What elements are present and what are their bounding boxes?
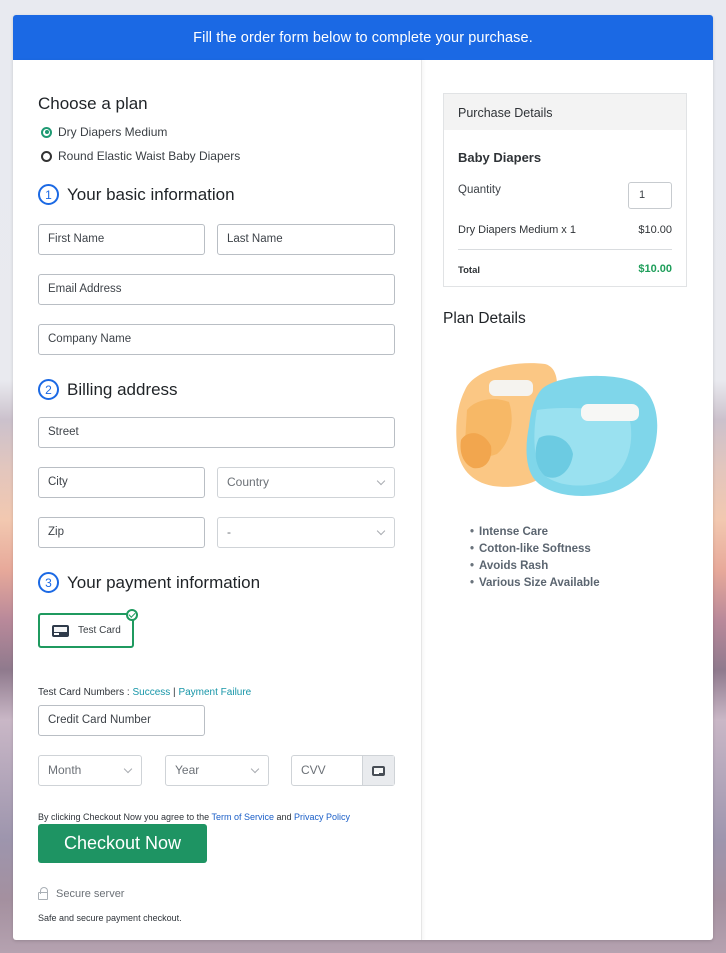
agreement-prefix: By clicking Checkout Now you agree to th… (38, 812, 212, 822)
baby-diapers-image (456, 363, 658, 496)
chevron-down-icon (123, 764, 133, 774)
blue-diaper (526, 375, 658, 496)
summary-divider (458, 249, 672, 250)
test-card-numbers-label: Test Card Numbers : (38, 687, 133, 698)
plan-option-label: Dry Diapers Medium (58, 125, 168, 139)
state-select-value: - (227, 525, 231, 539)
agreement-text: By clicking Checkout Now you agree to th… (38, 812, 350, 822)
billing-address-heading: 2 Billing address (38, 379, 178, 400)
line-item-label: Dry Diapers Medium x 1 (458, 224, 576, 236)
test-card-label: Test Card (78, 625, 121, 636)
step-2-icon: 2 (38, 379, 59, 400)
banner: Fill the order form below to complete yo… (13, 15, 713, 60)
credit-card-number-input[interactable]: Credit Card Number (38, 705, 205, 736)
order-form-column: Choose a plan Dry Diapers Medium Round E… (13, 60, 422, 940)
plan-features-list: Intense Care Cotton-like Softness Avoids… (470, 524, 600, 592)
payment-failure-link[interactable]: Payment Failure (178, 687, 251, 698)
street-input[interactable]: Street (38, 417, 395, 448)
safe-checkout-note: Safe and secure payment checkout. (38, 913, 182, 923)
last-name-input[interactable]: Last Name (217, 224, 395, 255)
summary-column: Purchase Details Baby Diapers Quantity 1… (423, 60, 713, 940)
radio-unselected-icon[interactable] (41, 150, 52, 162)
order-form-card: Fill the order form below to complete yo… (13, 15, 713, 940)
expiry-month-select[interactable]: Month (38, 755, 142, 786)
success-link[interactable]: Success (132, 687, 170, 698)
cvv-placeholder: CVV (301, 763, 326, 777)
billing-address-title: Billing address (67, 379, 178, 399)
email-input[interactable]: Email Address (38, 274, 395, 305)
choose-plan-heading: Choose a plan (38, 94, 148, 113)
plan-option-round-elastic[interactable]: Round Elastic Waist Baby Diapers (41, 149, 240, 163)
step-1-icon: 1 (38, 184, 59, 205)
cvv-input[interactable]: CVV (291, 755, 395, 786)
first-name-input[interactable]: First Name (38, 224, 205, 255)
plan-option-label: Round Elastic Waist Baby Diapers (58, 149, 241, 163)
company-name-input[interactable]: Company Name (38, 324, 395, 355)
feature-item: Various Size Available (470, 575, 600, 592)
purchase-details-box: Purchase Details Baby Diapers Quantity 1… (443, 93, 687, 287)
agreement-and: and (273, 812, 294, 822)
secure-server-note: Secure server (38, 887, 125, 900)
chevron-down-icon (376, 526, 386, 536)
total-label: Total (458, 265, 480, 276)
year-select-value: Year (175, 763, 200, 777)
line-item-price: $10.00 (638, 224, 672, 236)
country-select[interactable]: Country (217, 467, 395, 498)
plan-option-dry-diapers-medium[interactable]: Dry Diapers Medium (41, 125, 167, 139)
feature-item: Cotton-like Softness (470, 541, 600, 558)
terms-of-service-link[interactable]: Term of Service (211, 812, 274, 822)
test-card-numbers: Test Card Numbers : Success | Payment Fa… (38, 687, 251, 698)
radio-selected-icon[interactable] (41, 126, 52, 138)
credit-card-icon (52, 624, 69, 637)
basic-info-title: Your basic information (67, 184, 235, 204)
chevron-down-icon (250, 764, 260, 774)
secure-server-label: Secure server (56, 888, 125, 900)
product-name: Baby Diapers (458, 150, 542, 165)
expiry-year-select[interactable]: Year (165, 755, 269, 786)
plan-details-heading: Plan Details (443, 310, 526, 327)
basic-info-heading: 1 Your basic information (38, 184, 235, 205)
test-card-option[interactable]: Test Card (38, 609, 138, 648)
month-select-value: Month (48, 763, 82, 777)
zip-input[interactable]: Zip (38, 517, 205, 548)
quantity-label: Quantity (458, 184, 501, 196)
step-3-icon: 3 (38, 572, 59, 593)
state-select[interactable]: - (217, 517, 395, 548)
total-value: $10.00 (638, 263, 672, 275)
feature-item: Intense Care (470, 524, 600, 541)
city-input[interactable]: City (38, 467, 205, 498)
privacy-policy-link[interactable]: Privacy Policy (294, 812, 350, 822)
purchase-details-header: Purchase Details (444, 94, 686, 130)
check-circle-icon (126, 609, 138, 621)
payment-info-title: Your payment information (67, 572, 261, 592)
payment-info-heading: 3 Your payment information (38, 572, 260, 593)
checkout-now-button[interactable]: Checkout Now (38, 824, 207, 863)
feature-item: Avoids Rash (470, 558, 600, 575)
chevron-down-icon (376, 476, 386, 486)
lock-icon (38, 887, 48, 900)
cvv-card-addon (362, 756, 394, 785)
credit-card-icon (372, 765, 385, 776)
quantity-input[interactable]: 1 (628, 182, 672, 209)
country-select-value: Country (227, 475, 270, 489)
